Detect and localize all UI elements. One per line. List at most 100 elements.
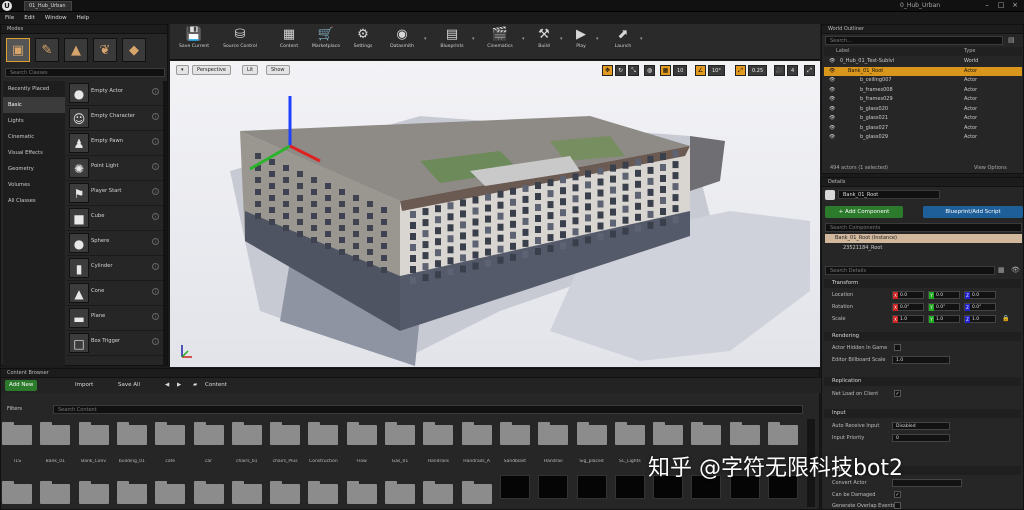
info-icon[interactable]: i	[152, 263, 159, 270]
scale-z-field[interactable]: Z 1.0	[964, 315, 996, 323]
chevron-down-icon[interactable]: ▾	[424, 36, 427, 42]
root-instance-row[interactable]: Bank_01_Root (Instance)	[825, 234, 1022, 243]
rotation-snap-icon[interactable]: ∠	[695, 65, 706, 76]
actor-hidden-checkbox[interactable]	[894, 344, 901, 351]
category-geometry[interactable]: Geometry	[3, 161, 65, 177]
folder-icon[interactable]	[193, 481, 224, 504]
folder-icon[interactable]	[423, 422, 454, 445]
perspective-button[interactable]: Perspective	[192, 65, 231, 75]
table-row[interactable]: 👁 b_frames008 Actor	[824, 86, 1022, 96]
folder-icon[interactable]	[78, 481, 109, 504]
category-lights[interactable]: Lights	[3, 113, 65, 129]
camera-speed-value[interactable]: 4	[787, 65, 799, 76]
list-item[interactable]: ✺ Point Light i	[67, 156, 163, 181]
rotation-y-field[interactable]: Y 0.0°	[928, 303, 960, 311]
folder-icon[interactable]	[691, 422, 722, 445]
menu-edit[interactable]: Edit	[24, 15, 35, 21]
filters-button[interactable]: Filters	[3, 405, 49, 414]
can-damaged-checkbox[interactable]: ✓	[894, 491, 901, 498]
folder-icon[interactable]	[155, 422, 186, 445]
translate-icon[interactable]: ✥	[602, 65, 613, 76]
category-visual-effects[interactable]: Visual Effects	[3, 145, 65, 161]
folder-icon[interactable]	[2, 481, 32, 504]
table-row[interactable]: 👁 b_glass021 Actor	[824, 114, 1022, 124]
landscape-mode-icon[interactable]: ▲	[64, 38, 88, 62]
folder-icon[interactable]	[78, 422, 109, 445]
class-search-input[interactable]: Search Classes	[5, 68, 165, 77]
info-icon[interactable]: i	[152, 313, 159, 320]
rendering-section[interactable]: Rendering	[824, 332, 1021, 341]
list-item[interactable]: ⚑ Player Start i	[67, 181, 163, 206]
list-item[interactable]: □ Box Trigger i	[67, 331, 163, 356]
eye-icon[interactable]: 👁	[829, 114, 835, 124]
replication-section[interactable]: Replication	[824, 377, 1021, 386]
folder-icon[interactable]	[461, 481, 492, 504]
info-icon[interactable]: i	[152, 163, 159, 170]
folder-icon[interactable]	[308, 422, 339, 445]
cinematics-button[interactable]: 🎬 Cinematics	[480, 26, 520, 58]
auto-input-select[interactable]: Disabled	[892, 422, 950, 430]
scale-x-field[interactable]: X 1.0	[892, 315, 924, 323]
list-item[interactable]: ♟ Empty Pawn i	[67, 131, 163, 156]
chevron-down-icon[interactable]: ▾	[472, 36, 475, 42]
level-tab[interactable]: 01_Hub_Urban	[24, 1, 72, 11]
folder-icon[interactable]	[116, 481, 147, 504]
type-column[interactable]: Type	[964, 47, 975, 56]
net-load-checkbox[interactable]: ✓	[894, 390, 901, 397]
scale-icon[interactable]: ⤡	[628, 65, 639, 76]
history-forward-icon[interactable]: ▶	[173, 380, 185, 391]
maximize-viewport-icon[interactable]: ⤢	[804, 65, 815, 76]
details-search-input[interactable]: Search Details	[825, 266, 995, 275]
table-row[interactable]: 👁 Bank_01_Root Actor	[824, 66, 1022, 76]
folder-icon[interactable]	[270, 422, 301, 445]
sound-wave-thumbnail[interactable]	[538, 475, 569, 499]
world-icon[interactable]: ◍	[644, 65, 655, 76]
eye-icon[interactable]: 👁	[829, 95, 835, 105]
info-icon[interactable]: i	[152, 113, 159, 120]
info-icon[interactable]: i	[152, 238, 159, 245]
rotation-x-field[interactable]: X 0.0°	[892, 303, 924, 311]
info-icon[interactable]: i	[152, 188, 159, 195]
list-item[interactable]: ● Sphere i	[67, 231, 163, 256]
table-row[interactable]: 👁 b_frames029 Actor	[824, 95, 1022, 105]
location-x-field[interactable]: X 0.0	[892, 291, 924, 299]
folder-icon[interactable]	[614, 422, 645, 445]
modes-scrollbar[interactable]	[163, 81, 167, 366]
chevron-down-icon[interactable]: ▾	[560, 36, 563, 42]
list-item[interactable]: ▮ Cylinder i	[67, 256, 163, 281]
scale-y-field[interactable]: Y 1.0	[928, 315, 960, 323]
viewport-menu-button[interactable]: ▾	[176, 65, 189, 75]
table-row[interactable]: 👁 b_ceiling007 Actor	[824, 76, 1022, 86]
input-section[interactable]: Input	[824, 409, 1021, 418]
category-basic[interactable]: Basic	[3, 97, 65, 113]
source-control-button[interactable]: ⛁ Source Control	[216, 26, 264, 58]
folder-icon[interactable]	[538, 422, 569, 445]
menu-window[interactable]: Window	[45, 15, 67, 21]
list-item[interactable]: ▬ Plane i	[67, 306, 163, 331]
save-current-button[interactable]: 💾 Save Current	[174, 26, 214, 58]
table-row[interactable]: 👁 0_Hub_01_Test-Sublvl World	[824, 57, 1022, 67]
folder-icon[interactable]	[346, 422, 377, 445]
settings-button[interactable]: ⚙ Settings	[348, 26, 378, 58]
play-button[interactable]: ▶ Play	[568, 26, 594, 58]
list-item[interactable]: ☺ Empty Character i	[67, 106, 163, 131]
place-mode-icon[interactable]: ▣	[6, 38, 30, 62]
folder-icon[interactable]	[653, 422, 684, 445]
category-recently-placed[interactable]: Recently Placed	[3, 81, 65, 97]
folder-icon[interactable]	[116, 422, 147, 445]
folder-icon[interactable]	[385, 481, 415, 504]
history-back-icon[interactable]: ◀	[161, 380, 173, 391]
geometry-mode-icon[interactable]: ◆	[122, 38, 146, 62]
table-row[interactable]: 👁 b_glass020 Actor	[824, 105, 1022, 115]
content-path-breadcrumb[interactable]: Content	[201, 380, 231, 391]
folder-icon[interactable]	[40, 481, 71, 504]
datasmith-button[interactable]: ◉ Datasmith	[384, 26, 420, 58]
folder-icon[interactable]	[155, 481, 186, 504]
folder-icon[interactable]	[768, 422, 798, 445]
surface-snap-icon[interactable]: ▦	[660, 65, 671, 76]
folder-icon[interactable]	[231, 481, 262, 504]
marketplace-button[interactable]: 🛒 Marketplace	[306, 26, 346, 58]
build-button[interactable]: ⚒ Build	[530, 26, 558, 58]
chevron-down-icon[interactable]: ▾	[640, 36, 643, 42]
eye-icon[interactable]: 👁	[829, 57, 835, 67]
